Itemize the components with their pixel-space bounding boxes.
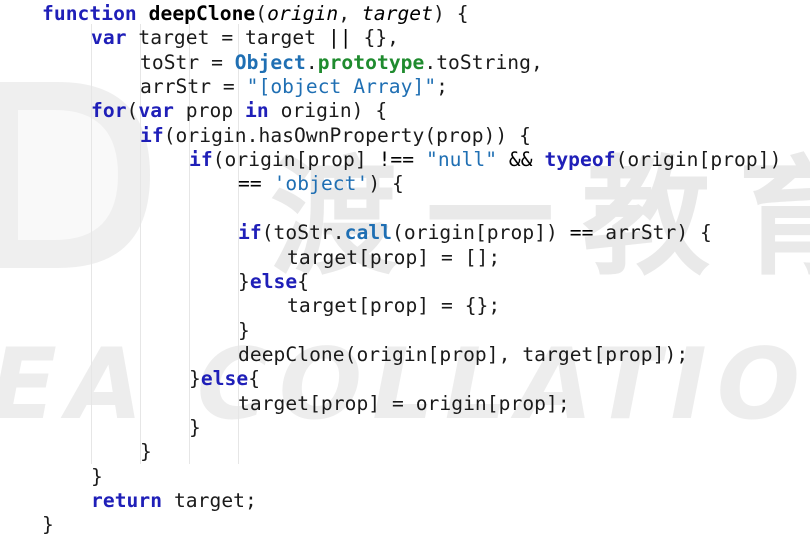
code-token: typeof [544, 148, 616, 172]
code-token: deepClone [148, 2, 256, 25]
code-token: .toString, [424, 50, 543, 74]
code-token: if [238, 221, 262, 245]
code-token: "null" [425, 148, 498, 172]
code-token: arrStr) { [593, 221, 712, 245]
code-token: return [91, 489, 163, 512]
code-token: ) { [433, 2, 469, 25]
code-token: "[object Array]" [246, 75, 437, 99]
code-token: { [248, 367, 261, 391]
code-token: ( [126, 99, 139, 123]
code-token: == [569, 221, 594, 245]
code-token: (origin.hasOwnProperty(prop)) { [163, 123, 531, 147]
code-token: } [189, 367, 201, 391]
code-line: } [42, 513, 54, 537]
code-token: ; [436, 75, 449, 99]
code-token: call [344, 221, 393, 245]
code-token: if [189, 148, 213, 172]
code-token: var [138, 99, 174, 123]
code-line: return target; [91, 489, 257, 513]
code-token: (origin[prop] [212, 148, 379, 172]
code-token: == [238, 172, 262, 196]
code-token: in [245, 99, 269, 123]
code-token: } [42, 513, 54, 537]
code-token: (toStr. [261, 221, 345, 245]
code-token: target [361, 2, 434, 25]
code-token: else [200, 367, 249, 391]
code-line: deepClone(origin[prop], target[prop]); [238, 343, 688, 367]
code-token: (origin[prop]) [615, 148, 782, 172]
code-token: ) { [368, 172, 404, 196]
code-token: (origin[prop]) [392, 221, 570, 245]
code-line: if(origin[prop] !== "null" && typeof(ori… [189, 148, 781, 172]
code-token: } [140, 440, 152, 464]
code-token: arrStr = [140, 75, 247, 99]
code-token: prototype [317, 50, 425, 74]
code-line: == 'object') { [238, 172, 404, 196]
code-token: toStr = [140, 50, 235, 74]
code-line: var target = target || {}, [91, 26, 399, 50]
code-line: } [140, 440, 152, 464]
code-token: ( [255, 2, 268, 25]
code-token: 'object' [273, 172, 369, 196]
code-token: } [91, 464, 103, 488]
code-line: arrStr = "[object Array]"; [140, 75, 448, 99]
code-token: for [91, 99, 127, 123]
code-editor[interactable]: function deepClone(origin, target) {var … [0, 0, 810, 537]
code-token: target[prop] = {}; [287, 294, 501, 318]
code-line: target[prop] = {}; [287, 294, 500, 318]
code-token: target; [162, 489, 257, 512]
indent-guide [91, 24, 92, 464]
code-token: else [249, 269, 298, 293]
code-token: prop [173, 99, 246, 123]
code-token: function [42, 2, 137, 25]
code-line: function deepClone(origin, target) { [42, 2, 469, 26]
code-token: { [297, 269, 310, 293]
code-line: } [91, 465, 103, 489]
code-line: toStr = Object.prototype.toString, [140, 51, 543, 75]
code-token: if [140, 123, 164, 147]
code-token: target = target [126, 26, 328, 50]
code-token: origin) { [268, 99, 388, 123]
code-token: target[prop] = []; [287, 245, 501, 269]
code-line: }else{ [238, 270, 309, 294]
code-token: } [189, 415, 201, 439]
code-line: if(toStr.call(origin[prop]) == arrStr) { [238, 221, 712, 245]
code-token: var [91, 26, 127, 50]
code-token: || [327, 26, 352, 50]
code-line: } [189, 416, 201, 440]
code-line: }else{ [189, 367, 260, 391]
code-token: origin [267, 2, 339, 25]
code-token: } [238, 318, 250, 342]
code-token: && [508, 148, 533, 172]
code-line: target[prop] = []; [287, 246, 500, 270]
code-line: } [238, 319, 250, 343]
code-token: } [238, 269, 250, 293]
code-token: target[prop] = origin[prop]; [238, 391, 570, 415]
code-token: . [305, 50, 318, 74]
code-token: !== [378, 148, 415, 172]
code-token: deepClone(origin[prop], target[prop]); [238, 342, 689, 366]
code-token: {}, [351, 26, 400, 50]
code-line: for(var prop in origin) { [91, 99, 387, 123]
code-token: , [338, 2, 362, 25]
code-line: if(origin.hasOwnProperty(prop)) { [140, 124, 531, 148]
code-token: Object [234, 50, 306, 74]
code-line: target[prop] = origin[prop]; [238, 392, 570, 416]
